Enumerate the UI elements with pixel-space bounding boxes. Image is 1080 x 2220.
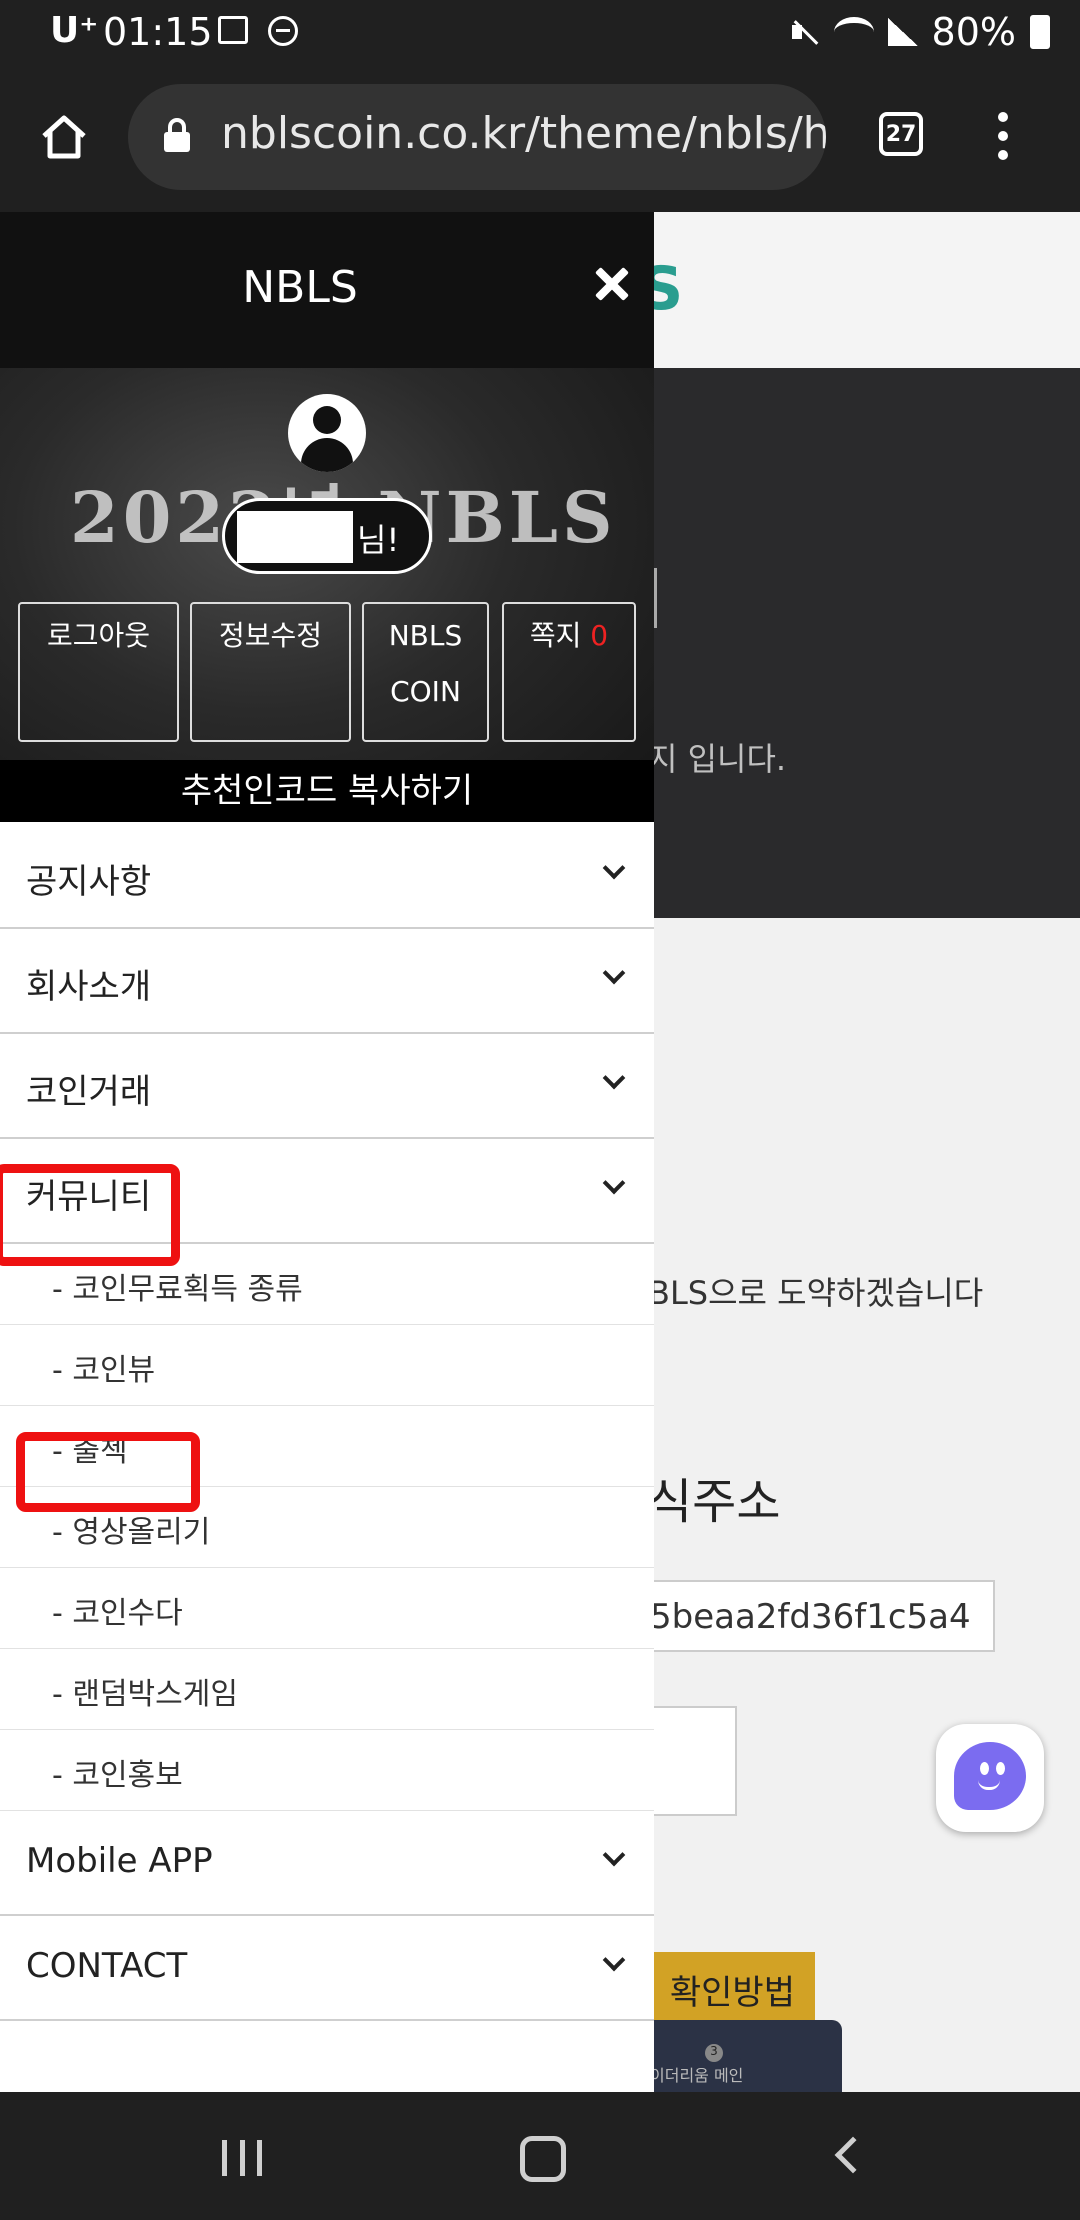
submenu-item-label: - 랜덤박스게임 <box>52 1677 238 1712</box>
confirm-method-button[interactable]: 확인방법 <box>630 1952 815 2026</box>
body-text: BLS으로 도약하겠습니다 <box>648 1274 984 1312</box>
signal-icon <box>887 18 918 46</box>
lock-icon <box>164 118 190 152</box>
menu-item-label: 코인거래 <box>26 1072 152 1112</box>
battery-percent: 80% <box>931 10 1016 54</box>
chat-icon <box>954 1742 1026 1810</box>
wifi-icon <box>833 17 874 47</box>
do-not-disturb-icon <box>268 16 298 46</box>
submenu-item-coin-chat[interactable]: - 코인수다 <box>0 1568 654 1649</box>
chevron-down-icon <box>602 1171 626 1195</box>
tabs-icon[interactable]: 27 <box>879 112 923 156</box>
menu-item-trading[interactable]: 코인거래 <box>0 1034 654 1139</box>
edit-profile-label: 정보수정 <box>218 619 323 652</box>
submenu-item-label: - 코인무료획득 종류 <box>52 1272 303 1307</box>
nbls-coin-label-1: NBLS <box>388 619 463 652</box>
nbls-coin-label-2: COIN <box>390 675 461 708</box>
chevron-down-icon <box>602 856 626 880</box>
status-bar: U⁺ 01:15 80% <box>0 0 1080 64</box>
logout-button[interactable]: 로그아웃 <box>18 602 179 742</box>
menu-item-label: Mobile APP <box>26 1841 213 1881</box>
address-bar[interactable]: nblscoin.co.kr/theme/nbls/h <box>128 84 826 190</box>
redacted-username <box>237 511 353 563</box>
chevron-down-icon <box>602 1066 626 1090</box>
status-icons: 80% <box>790 10 1050 54</box>
mute-icon <box>790 17 820 47</box>
username-suffix: 님! <box>357 521 400 559</box>
chat-button[interactable] <box>936 1724 1044 1832</box>
system-nav-bar <box>0 2092 1080 2220</box>
gallery-notification-icon <box>218 16 248 44</box>
close-icon[interactable] <box>592 264 632 304</box>
menu-item-company[interactable]: 회사소개 <box>0 929 654 1034</box>
username-pill: 님! <box>222 498 432 574</box>
nav-back-icon[interactable] <box>834 2136 872 2174</box>
highlight-community <box>0 1164 180 1266</box>
submenu-item-coin-promo[interactable]: - 코인홍보 <box>0 1730 654 1811</box>
chevron-down-icon <box>602 1948 626 1972</box>
messages-count: 0 <box>590 619 609 652</box>
nav-home-icon[interactable] <box>520 2136 566 2182</box>
submenu-item-random-box[interactable]: - 랜덤박스게임 <box>0 1649 654 1730</box>
url-text[interactable]: nblscoin.co.kr/theme/nbls/h <box>221 108 826 159</box>
notice-badge: 3 <box>705 2044 723 2062</box>
hero-text: 지 입니다. <box>648 740 787 778</box>
notice-text: 이더리움 메인 <box>650 2066 744 2085</box>
submenu-item-coin-view[interactable]: - 코인뷰 <box>0 1325 654 1406</box>
submenu-item-label: - 코인수다 <box>52 1596 183 1631</box>
messages-button[interactable]: 쪽지 0 <box>502 602 636 742</box>
submenu-item-label: - 코인뷰 <box>52 1353 156 1388</box>
logout-label: 로그아웃 <box>46 619 151 652</box>
menu-item-label: CONTACT <box>26 1946 188 1986</box>
copy-referral-button[interactable]: 추천인코드 복사하기 <box>0 760 654 822</box>
menu-item-label: 회사소개 <box>26 967 152 1007</box>
browser-toolbar: nblscoin.co.kr/theme/nbls/h 27 <box>0 64 1080 212</box>
clock: 01:15 <box>103 10 213 54</box>
drawer-title: NBLS <box>242 262 358 313</box>
highlight-attendance <box>16 1432 200 1512</box>
menu-item-notice[interactable]: 공지사항 <box>0 824 654 929</box>
menu-item-label: 공지사항 <box>26 862 152 902</box>
menu-item-mobile-app[interactable]: Mobile APP <box>0 1811 654 1916</box>
address-value: 5beaa2fd36f1c5a4 <box>650 1597 971 1637</box>
profile-panel: 2022년 NBLS 님! <box>0 368 654 818</box>
menu-item-contact[interactable]: CONTACT <box>0 1916 654 2021</box>
nav-recent-icon[interactable] <box>222 2140 262 2176</box>
chevron-down-icon <box>602 961 626 985</box>
chevron-down-icon <box>602 1843 626 1867</box>
submenu-item-label: - 영상올리기 <box>52 1515 211 1550</box>
nbls-coin-button[interactable]: NBLS COIN <box>362 602 489 742</box>
side-drawer: NBLS 2022년 NBLS 님! 로그아웃 정보수정 NBLS COIN 쪽… <box>0 212 654 2092</box>
submenu-item-label: - 코인홍보 <box>52 1758 183 1793</box>
messages-label: 쪽지 <box>529 619 582 652</box>
more-icon[interactable] <box>996 112 1010 160</box>
home-icon[interactable] <box>40 112 88 160</box>
carrier-label: U⁺ <box>50 10 99 51</box>
chat-eye-left <box>980 1762 989 1775</box>
avatar-icon <box>288 394 366 472</box>
drawer-header: NBLS <box>0 212 654 368</box>
edit-profile-button[interactable]: 정보수정 <box>190 602 351 742</box>
section-heading: 식주소 <box>648 1474 781 1530</box>
chat-eye-right <box>996 1762 1005 1775</box>
battery-icon <box>1030 15 1050 49</box>
drawer-menu: 공지사항 회사소개 코인거래 커뮤니티 - 코인무료획득 종류 - 코인뷰 - … <box>0 824 654 2021</box>
